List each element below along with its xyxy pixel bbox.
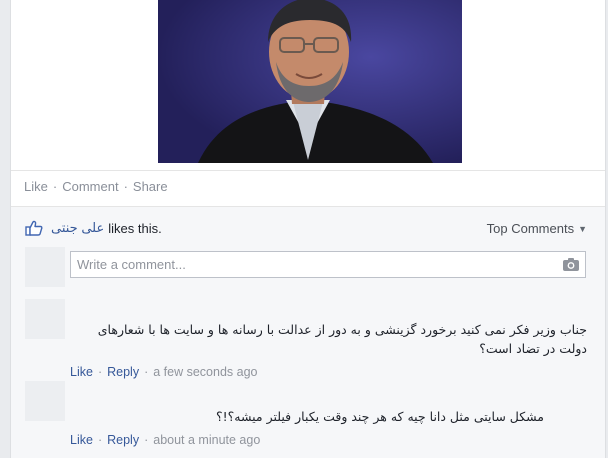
comment-timestamp[interactable]: about a minute ago <box>153 433 260 447</box>
separator-dot: · <box>144 433 149 447</box>
comment-meta: Like · Reply · about a minute ago <box>70 433 587 447</box>
post-actions-bar: Like · Comment · Share <box>24 179 168 194</box>
comment-like-link[interactable]: Like <box>70 433 93 447</box>
chevron-down-icon: ▼ <box>578 223 587 234</box>
separator-dot: · <box>144 365 149 379</box>
avatar[interactable] <box>25 381 65 421</box>
comment-input[interactable] <box>70 251 586 278</box>
liker-name-link[interactable]: علی جنتی <box>51 220 104 236</box>
share-link[interactable]: Share <box>133 179 168 194</box>
comment-meta: Like · Reply · a few seconds ago <box>70 365 587 379</box>
comment-item: مشکل سایتی مثل دانا چیه که هر چند وقت یک… <box>70 407 587 447</box>
likes-summary: علی جنتی likes this. <box>25 220 162 236</box>
post-card: Like · Comment · Share علی جنتی likes th… <box>10 0 606 458</box>
avatar <box>25 247 65 287</box>
post-photo[interactable] <box>158 0 462 163</box>
separator-dot: · <box>123 179 128 194</box>
comment-timestamp[interactable]: a few seconds ago <box>153 365 257 379</box>
comment-text: جناب وزیر فکر نمی کنید برخورد گزینشی و ب… <box>97 322 587 356</box>
comment-link[interactable]: Comment <box>62 179 118 194</box>
comment-item: جناب وزیر فکر نمی کنید برخورد گزینشی و ب… <box>70 320 587 379</box>
sort-label: Top Comments <box>486 221 575 236</box>
comment-reply-link[interactable]: Reply <box>107 365 139 379</box>
avatar[interactable] <box>25 299 65 339</box>
camera-icon[interactable] <box>562 257 580 272</box>
divider <box>11 170 605 171</box>
comment-text: مشکل سایتی مثل دانا چیه که هر چند وقت یک… <box>216 409 544 424</box>
separator-dot: · <box>52 179 58 194</box>
separator-dot: · <box>97 433 103 447</box>
like-link[interactable]: Like <box>24 179 48 194</box>
thumbs-up-icon[interactable] <box>25 220 43 236</box>
separator-dot: · <box>97 365 103 379</box>
portrait-image <box>158 0 462 163</box>
comments-section: علی جنتی likes this. Top Comments ▼ جناب… <box>11 206 605 458</box>
comment-like-link[interactable]: Like <box>70 365 93 379</box>
likes-suffix: likes this. <box>108 220 162 236</box>
sort-comments-dropdown[interactable]: Top Comments ▼ <box>487 221 587 236</box>
comment-reply-link[interactable]: Reply <box>107 433 139 447</box>
